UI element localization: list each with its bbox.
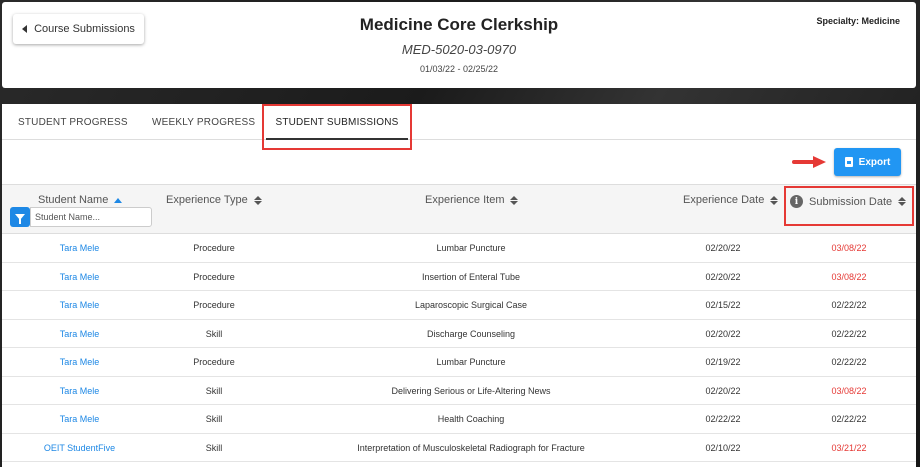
submission-date-cell: 02/22/22	[831, 357, 867, 367]
submissions-panel: STUDENT PROGRESS WEEKLY PROGRESS STUDENT…	[2, 104, 916, 467]
tab-student-progress[interactable]: STUDENT PROGRESS	[18, 104, 128, 140]
tab-bar: STUDENT PROGRESS WEEKLY PROGRESS STUDENT…	[2, 104, 916, 140]
sort-icon	[510, 195, 519, 205]
student-name-filter-input[interactable]	[30, 207, 152, 227]
experience-type-cell: Skill	[205, 442, 223, 453]
experience-type-cell: Procedure	[193, 357, 235, 367]
experience-item-cell: Discharge Counseling	[426, 328, 516, 339]
student-name-link[interactable]: Tara Mele	[2, 320, 157, 348]
course-code: MED-5020-03-0970	[401, 42, 517, 57]
experience-date-cell: 02/19/22	[705, 357, 741, 367]
experience-date-cell: 02/20/22	[705, 385, 741, 396]
tab-highlight-box	[262, 104, 412, 150]
table-row: OEIT StudentFive Skill Interpretation of M…	[2, 434, 916, 462]
experience-type-cell: Procedure	[193, 300, 235, 310]
sort-ascending-icon	[114, 197, 123, 203]
sort-icon	[253, 195, 262, 205]
table-row: Tara Mele Procedure Lumbar Puncture 02/20/2…	[2, 234, 916, 263]
filter-icon	[15, 214, 25, 224]
experience-item-cell: Laparoscopic Surgical Case	[414, 300, 528, 310]
experience-date-cell: 02/20/22	[705, 271, 741, 282]
table-header: Student Name Experience Type Experience …	[2, 184, 916, 234]
table-row: Tara Mele Procedure Laparoscopic Surgical …	[2, 291, 916, 320]
experience-item-cell: Health Coaching	[437, 414, 505, 424]
student-name-link[interactable]: Tara Mele	[2, 263, 157, 291]
experience-type-cell: Skill	[205, 414, 223, 424]
experience-date-cell: 02/20/22	[705, 243, 741, 253]
student-name-link[interactable]: OEIT StudentFive	[2, 434, 157, 462]
column-experience-date[interactable]: Experience Date	[683, 194, 779, 206]
column-experience-type[interactable]: Experience Type	[166, 194, 262, 206]
arrow-right-icon	[792, 156, 826, 168]
experience-item-cell: Interpretation of Musculoskeletal Radiog…	[357, 442, 585, 453]
column-student-name[interactable]: Student Name	[38, 194, 123, 206]
experience-item-cell: Insertion of Enteral Tube	[421, 271, 521, 282]
student-name-link[interactable]: Tara Mele	[2, 377, 157, 405]
filter-button[interactable]	[10, 207, 30, 227]
column-experience-item[interactable]: Experience Item	[425, 194, 519, 206]
submission-date-cell: 03/08/22	[831, 271, 867, 282]
table-row: Tara Mele Skill Delivering Serious or Life…	[2, 377, 916, 405]
specialty-label: Specialty: Medicine	[816, 16, 900, 26]
experience-date-cell: 02/20/22	[705, 328, 741, 339]
student-name-link[interactable]: Tara Mele	[2, 405, 157, 433]
course-header: Course Submissions Medicine Core Clerksh…	[2, 2, 916, 88]
experience-item-cell: Lumbar Puncture	[436, 357, 506, 367]
page-title: Medicine Core Clerkship	[359, 15, 559, 34]
table-row: Tara Mele Procedure Lumbar Puncture 02/19/2…	[2, 348, 916, 377]
export-button[interactable]: Export	[834, 148, 901, 176]
experience-date-cell: 02/22/22	[705, 414, 741, 424]
table-row: Tara Mele Skill Health Coaching 02/22/22 02/…	[2, 405, 916, 434]
student-name-link[interactable]: Tara Mele	[2, 291, 157, 319]
submission-date-cell: 03/21/22	[831, 442, 867, 453]
submission-date-cell: 02/22/22	[831, 300, 867, 310]
experience-type-cell: Skill	[205, 328, 223, 339]
export-button-label: Export	[858, 156, 891, 168]
experience-date-cell: 02/15/22	[705, 300, 741, 310]
experience-date-cell: 02/10/22	[705, 442, 741, 453]
experience-type-cell: Procedure	[193, 271, 235, 282]
table-row: Tara Mele Skill Discharge Counseling 02/20/…	[2, 320, 916, 348]
submission-date-cell: 02/22/22	[831, 414, 867, 424]
experience-item-cell: Delivering Serious or Life-Altering News	[391, 385, 551, 396]
course-dates: 01/03/22 - 02/25/22	[419, 64, 499, 74]
submission-date-cell: 02/22/22	[831, 328, 867, 339]
submission-date-cell: 03/08/22	[831, 385, 867, 396]
experience-type-cell: Procedure	[193, 243, 235, 253]
submission-date-highlight-box	[784, 186, 914, 226]
student-name-link[interactable]: Tara Mele	[2, 348, 157, 376]
table-row: Tara Mele Procedure Insertion of Enteral T…	[2, 263, 916, 291]
experience-type-cell: Skill	[205, 385, 223, 396]
student-name-link[interactable]: Tara Mele	[2, 234, 157, 262]
tab-weekly-progress[interactable]: WEEKLY PROGRESS	[152, 104, 255, 140]
experience-item-cell: Lumbar Puncture	[436, 243, 506, 253]
file-export-icon	[844, 157, 853, 167]
submission-date-cell: 03/08/22	[831, 243, 867, 253]
sort-icon	[770, 195, 779, 205]
